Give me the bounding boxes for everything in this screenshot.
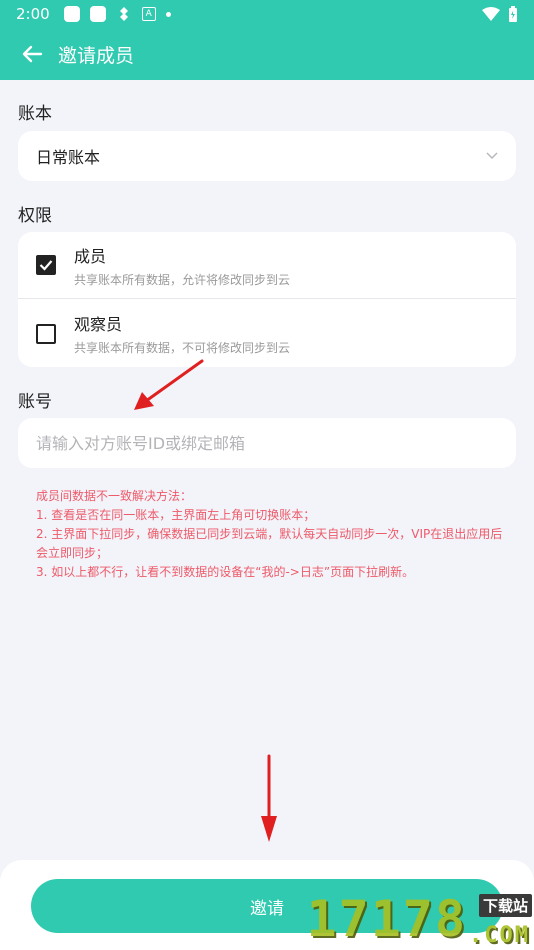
help-line: 2. 主界面下拉同步，确保数据已同步到云端，默认每天自动同步一次，VIP在退出应…	[36, 527, 503, 560]
status-bar: 2:00 A	[0, 0, 534, 28]
account-input-wrapper	[18, 418, 516, 468]
notification-icon	[89, 6, 106, 22]
help-text: 成员间数据不一致解决方法： 1. 查看是否在同一账本，主界面左上角可切换账本； …	[36, 487, 506, 582]
permission-option-desc: 共享账本所有数据，不可将修改同步到云	[74, 341, 291, 355]
book-select-value: 日常账本	[36, 148, 101, 167]
book-section-label: 账本	[18, 104, 52, 124]
permission-option-title: 成员	[74, 246, 107, 266]
back-button[interactable]	[18, 40, 46, 68]
permission-option-observer[interactable]: 观察员 共享账本所有数据，不可将修改同步到云	[18, 300, 516, 367]
check-icon	[39, 260, 53, 271]
notification-icon	[63, 6, 80, 22]
more-dot-icon	[165, 11, 171, 17]
page-title: 邀请成员	[58, 44, 135, 67]
status-notification-icons: A	[63, 6, 171, 22]
wifi-icon	[482, 7, 500, 21]
checkbox-checked[interactable]	[36, 255, 56, 275]
book-select[interactable]: 日常账本	[18, 131, 516, 181]
help-line: 3. 如以上都不行，让看不到数据的设备在“我的->日志”页面下拉刷新。	[36, 565, 415, 579]
help-line: 1. 查看是否在同一账本，主界面左上角可切换账本；	[36, 508, 316, 522]
checkbox-unchecked[interactable]	[36, 323, 56, 344]
watermark-sub: 下载站	[478, 894, 532, 917]
arrow-left-icon	[22, 45, 43, 63]
watermark-text: 17178	[306, 890, 468, 948]
account-section-label: 账号	[18, 392, 52, 412]
status-time: 2:00	[16, 5, 50, 23]
sync-icon	[119, 7, 128, 21]
permission-option-member[interactable]: 成员 共享账本所有数据，允许将修改同步到云	[18, 232, 516, 299]
permission-section-label: 权限	[18, 206, 52, 226]
permission-option-title: 观察员	[74, 315, 123, 334]
app-bar: 邀请成员	[0, 28, 534, 80]
annotation-arrow-icon	[261, 754, 277, 842]
account-input[interactable]	[36, 433, 498, 453]
help-line: 成员间数据不一致解决方法：	[36, 489, 193, 503]
permission-card: 成员 共享账本所有数据，允许将修改同步到云 观察员 共享账本所有数据，不可将修改…	[18, 232, 516, 367]
battery-icon	[509, 6, 517, 22]
chevron-down-icon	[486, 152, 498, 160]
a-icon: A	[141, 7, 156, 21]
watermark-suffix: .COM	[469, 923, 530, 948]
permission-option-desc: 共享账本所有数据，允许将修改同步到云	[74, 272, 291, 287]
